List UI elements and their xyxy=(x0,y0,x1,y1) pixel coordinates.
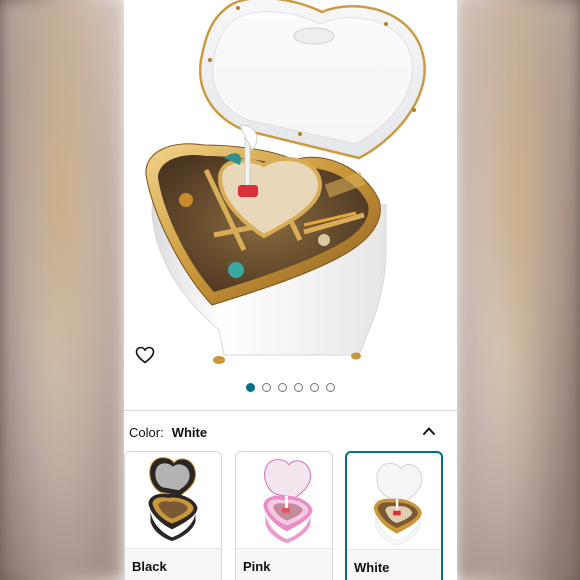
carousel-dot-1[interactable] xyxy=(246,383,255,392)
carousel-dot-2[interactable] xyxy=(262,383,271,392)
swatch-black[interactable]: Black xyxy=(124,451,222,580)
carousel-dot-3[interactable] xyxy=(278,383,287,392)
variant-selected-value: White xyxy=(171,424,208,440)
screenshot-background: Color: White Black Pink White xyxy=(0,0,580,580)
variant-label: Color: xyxy=(129,424,164,440)
image-carousel-dots xyxy=(124,383,457,395)
blurred-background-right xyxy=(456,0,580,580)
jewelry-box-illustration xyxy=(145,0,426,364)
wishlist-heart-icon[interactable] xyxy=(135,346,155,364)
variant-selector-header[interactable]: Color: White xyxy=(129,423,451,441)
color-swatch-list: Black Pink White xyxy=(124,451,457,580)
chevron-up-icon[interactable] xyxy=(421,424,437,438)
swatch-name: Black xyxy=(132,559,167,574)
swatch-white-image xyxy=(373,462,423,546)
swatch-name: Pink xyxy=(243,559,271,574)
product-page: Color: White Black Pink White xyxy=(124,0,457,580)
product-image[interactable] xyxy=(124,0,457,375)
swatch-black-image xyxy=(148,457,198,542)
swatch-name: White xyxy=(354,560,390,575)
carousel-dot-5[interactable] xyxy=(310,383,319,392)
section-divider xyxy=(124,410,457,411)
carousel-dot-4[interactable] xyxy=(294,383,303,392)
swatch-pink[interactable]: Pink xyxy=(235,451,333,580)
blurred-background-left xyxy=(0,0,124,580)
swatch-white[interactable]: White xyxy=(345,451,443,580)
carousel-dot-6[interactable] xyxy=(326,383,335,392)
swatch-pink-image xyxy=(263,459,313,544)
